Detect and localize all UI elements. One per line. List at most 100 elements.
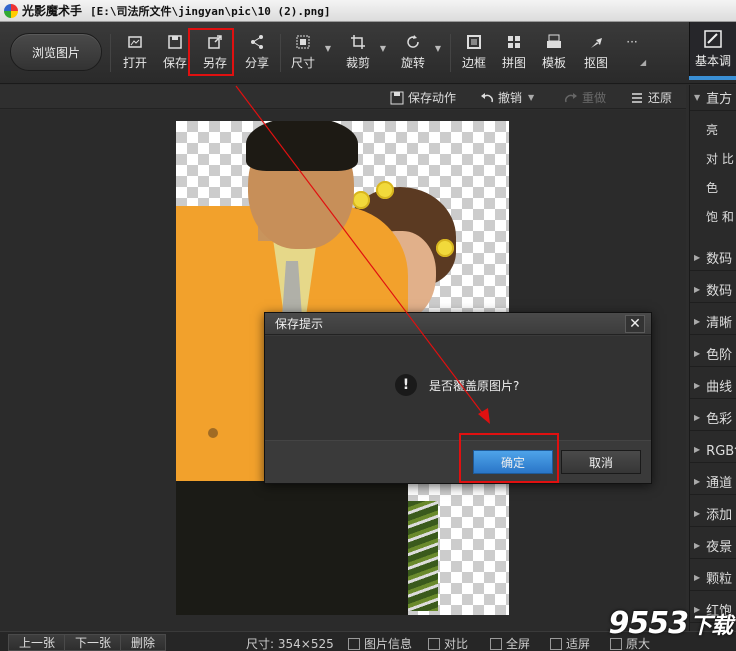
template-icon: [546, 34, 562, 50]
panel-section[interactable]: ▶ 夜景: [690, 533, 736, 559]
dialog-close-button[interactable]: ✕: [625, 315, 645, 333]
rotate-dropdown-icon[interactable]: ▼: [435, 44, 441, 53]
main-toolbar: 浏览图片 打开 保存 另存 分享 尺寸 ▼ 裁剪 ▼ 旋转 ▼ 边框 拼图 模板…: [0, 22, 736, 84]
watermark-number: 9553: [608, 606, 688, 641]
cutout-button[interactable]: 抠图: [578, 34, 614, 74]
more-button[interactable]: ···: [614, 34, 650, 74]
save-label: 保存: [162, 56, 187, 70]
expand-icon: ▶: [694, 445, 701, 454]
expand-toolbar-icon[interactable]: ◢: [640, 58, 646, 67]
restore-button[interactable]: 还原: [630, 89, 672, 106]
section-label: RGB色: [706, 444, 736, 459]
fullscreen-label: 全屏: [506, 637, 531, 651]
panel-section[interactable]: ▶ 颗粒: [690, 565, 736, 591]
cutout-icon: [588, 34, 604, 50]
border-label: 边框: [461, 56, 486, 70]
undo-icon: [480, 91, 494, 105]
saturation-slider[interactable]: 饱 和: [706, 208, 734, 225]
expand-icon: ▶: [694, 477, 701, 486]
panel-section[interactable]: ▶ 色阶: [690, 341, 736, 367]
collage-icon: [506, 34, 522, 50]
expand-icon: ▶: [694, 253, 701, 262]
info-icon: [348, 637, 360, 650]
panel-section[interactable]: ▶ 数码: [690, 245, 736, 271]
resize-button[interactable]: 尺寸 ▼: [285, 34, 331, 74]
delete-button[interactable]: 删除: [120, 634, 167, 651]
photo-flower: [352, 191, 370, 209]
color-slider[interactable]: 色: [706, 179, 718, 196]
share-button[interactable]: 分享: [239, 34, 275, 74]
section-label: 色阶: [706, 348, 733, 363]
redo-icon: [564, 91, 578, 105]
open-label: 打开: [122, 56, 147, 70]
photo-suit-button: [208, 428, 218, 438]
app-name: 光影魔术手: [22, 4, 83, 18]
undo-dropdown-icon[interactable]: ▼: [528, 93, 534, 102]
histogram-section[interactable]: ▼ 直方: [690, 85, 736, 111]
undo-button[interactable]: 撤销 ▼: [480, 89, 534, 106]
section-label: 数码: [706, 252, 733, 267]
browse-images-button[interactable]: 浏览图片: [10, 33, 102, 71]
watermark-text: 下载: [689, 614, 733, 639]
fullscreen-button[interactable]: 全屏: [490, 635, 530, 651]
resize-dropdown-icon[interactable]: ▼: [325, 44, 331, 53]
collage-button[interactable]: 拼图: [496, 34, 532, 74]
histogram-label: 直方: [706, 92, 733, 107]
template-button[interactable]: 模板: [536, 34, 572, 74]
save-icon: [167, 34, 183, 50]
save-action-button[interactable]: 保存动作: [390, 89, 456, 106]
share-label: 分享: [244, 56, 269, 70]
share-icon: [249, 34, 265, 50]
panel-section[interactable]: ▶ 通道: [690, 469, 736, 495]
save-as-highlight: [188, 28, 234, 76]
fit-screen-button[interactable]: 适屏: [550, 635, 590, 651]
dialog-message: 是否覆盖原图片?: [429, 379, 520, 393]
border-button[interactable]: 边框: [456, 34, 492, 74]
contrast-slider[interactable]: 对 比: [706, 150, 734, 167]
expand-icon: ▶: [694, 509, 701, 518]
section-label: 颗粒: [706, 572, 733, 587]
restore-label: 还原: [648, 91, 673, 105]
open-button[interactable]: 打开: [117, 34, 153, 74]
cutout-label: 抠图: [583, 56, 608, 70]
fit-screen-label: 适屏: [566, 637, 591, 651]
next-image-button[interactable]: 下一张: [64, 634, 123, 651]
panel-section[interactable]: ▶ 清晰: [690, 309, 736, 335]
redo-label: 重做: [582, 91, 607, 105]
previous-image-button[interactable]: 上一张: [8, 634, 67, 651]
expand-icon: ▶: [694, 285, 701, 294]
fit-screen-icon: [550, 637, 562, 650]
panel-section[interactable]: ▶ 曲线: [690, 373, 736, 399]
expand-icon: ▶: [694, 349, 701, 358]
photo-flower: [376, 181, 394, 199]
cancel-button[interactable]: 取消: [561, 450, 641, 474]
title-bar: 光影魔术手 [E:\司法所文件\jingyan\pic\10 (2).png]: [0, 0, 736, 22]
section-label: 夜景: [706, 540, 733, 555]
section-label: 通道: [706, 476, 733, 491]
expand-icon: ▶: [694, 573, 701, 582]
crop-button[interactable]: 裁剪 ▼: [340, 34, 386, 74]
expand-icon: ▶: [694, 381, 701, 390]
rotate-icon: [405, 34, 421, 50]
brightness-slider[interactable]: 亮: [706, 121, 718, 138]
panel-section[interactable]: ▶ RGB色: [690, 437, 736, 463]
compare-label: 对比: [444, 637, 469, 651]
section-label: 色彩: [706, 412, 733, 427]
redo-button[interactable]: 重做: [564, 89, 606, 106]
more-icon: ···: [626, 35, 638, 49]
compare-button[interactable]: 对比: [428, 635, 468, 651]
rotate-button[interactable]: 旋转 ▼: [395, 34, 441, 74]
panel-section[interactable]: ▶ 数码: [690, 277, 736, 303]
photo-flower: [436, 239, 454, 257]
dialog-body: ! 是否覆盖原图片?: [265, 336, 651, 440]
image-info-button[interactable]: 图片信息: [348, 635, 412, 651]
basic-adjust-tab[interactable]: 基本调: [689, 22, 736, 76]
panel-section[interactable]: ▶ 添加: [690, 501, 736, 527]
dialog-footer: 确定 取消: [265, 440, 651, 483]
crop-dropdown-icon[interactable]: ▼: [380, 44, 386, 53]
panel-section[interactable]: ▶ 色彩: [690, 405, 736, 431]
toolbar-separator: [280, 34, 281, 72]
section-label: 数码: [706, 284, 733, 299]
section-label: 添加: [706, 508, 733, 523]
rotate-label: 旋转: [400, 56, 425, 70]
